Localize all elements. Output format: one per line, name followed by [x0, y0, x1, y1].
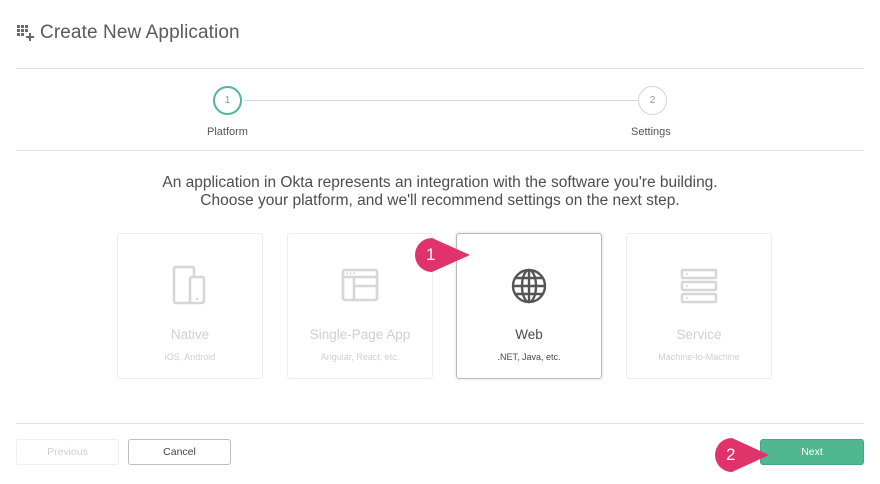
header: Create New Application	[16, 22, 240, 44]
intro-line-1: An application in Okta represents an int…	[162, 174, 718, 191]
platform-name: Single-Page App	[309, 327, 411, 342]
previous-button[interactable]: Previous	[16, 439, 119, 465]
annotation-marker-2: 2	[713, 436, 775, 479]
browser-window-icon	[288, 264, 432, 308]
step-2-circle: 2	[638, 86, 667, 115]
mobile-devices-icon	[118, 264, 262, 308]
platform-card-web[interactable]: Web .NET, Java, etc.	[456, 233, 602, 379]
platform-card-native[interactable]: Native iOS, Android	[117, 233, 263, 379]
header-divider	[16, 68, 864, 69]
cancel-button[interactable]: Cancel	[128, 439, 231, 465]
step-2-label: Settings	[631, 126, 671, 138]
platform-card-service[interactable]: Service Machine-to-Machine	[626, 233, 772, 379]
stepper-divider	[16, 150, 864, 151]
page-title: Create New Application	[40, 22, 240, 43]
platform-name: Service	[676, 327, 722, 342]
annotation-number: 1	[426, 245, 436, 264]
platform-subtitle: Angular, React, etc.	[320, 352, 400, 362]
platform-subtitle: iOS, Android	[164, 352, 216, 362]
platform-name: Native	[170, 327, 210, 342]
server-stack-icon	[627, 264, 771, 308]
platform-card-single-page-app[interactable]: Single-Page App Angular, React, etc.	[287, 233, 433, 379]
step-1-circle: 1	[213, 86, 242, 115]
step-connector	[244, 100, 638, 101]
step-1-label: Platform	[207, 126, 248, 138]
annotation-marker-1: 1	[413, 236, 475, 279]
stepper: 1 2 Platform Settings	[0, 84, 880, 144]
next-button[interactable]: Next	[760, 439, 864, 465]
intro-text: An application in Okta represents an int…	[0, 174, 880, 210]
platform-subtitle: Machine-to-Machine	[658, 352, 740, 362]
platform-name: Web	[515, 327, 543, 342]
intro-line-2: Choose your platform, and we'll recommen…	[200, 192, 680, 209]
globe-icon	[457, 264, 601, 308]
annotation-number: 2	[726, 445, 736, 464]
footer-divider	[16, 423, 864, 424]
grid-plus-icon	[16, 23, 36, 43]
platform-subtitle: .NET, Java, etc.	[497, 352, 561, 362]
